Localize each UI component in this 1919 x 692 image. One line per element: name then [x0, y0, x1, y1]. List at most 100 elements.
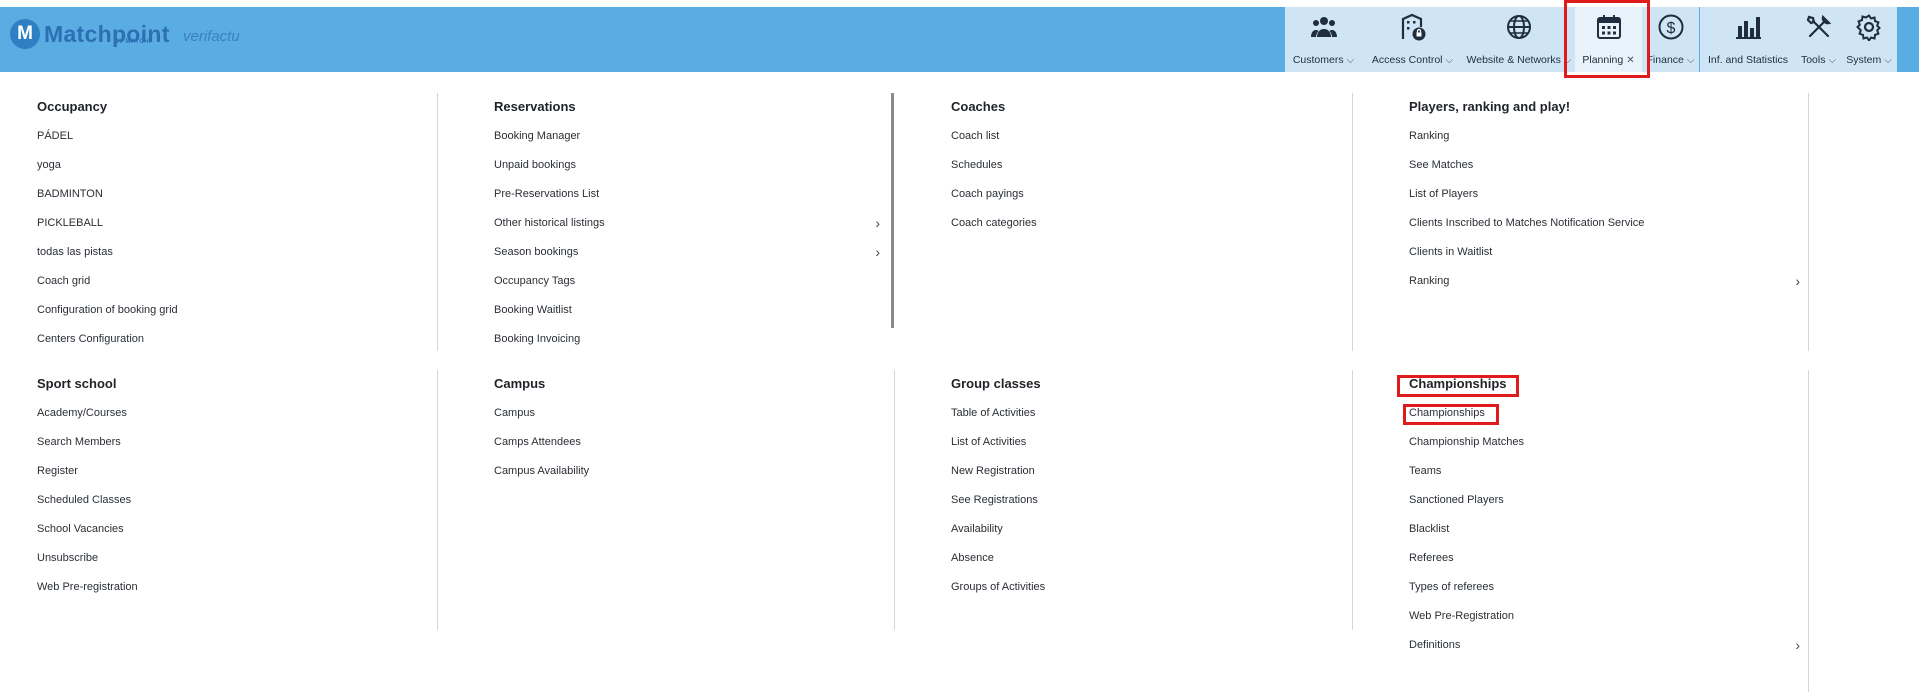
toolbar-website-networks[interactable]: Website & Networks ⌵	[1463, 7, 1575, 72]
menu-item[interactable]: Other historical listings ›	[494, 209, 880, 238]
toolbar-tools[interactable]: Tools ⌵	[1796, 7, 1841, 72]
menu-item[interactable]: Campus	[494, 399, 880, 428]
menu-item-label: Booking Manager	[494, 130, 581, 142]
menu-item[interactable]: Booking Manager	[494, 122, 880, 151]
menu-item[interactable]: BADMINTON	[37, 180, 417, 209]
menu-item[interactable]: Centers Configuration	[37, 325, 417, 354]
menu-item[interactable]: Occupancy Tags	[494, 267, 880, 296]
menu-item[interactable]: Web Pre-registration	[37, 573, 417, 602]
menu-item[interactable]: Booking Invoicing	[494, 325, 880, 354]
section-coaches: Coaches Coach list Schedules Coach payings C…	[951, 98, 1330, 238]
close-icon[interactable]: ✕	[1626, 55, 1634, 66]
menu-item[interactable]: Scheduled Classes	[37, 486, 417, 515]
menu-item[interactable]: Groups of Activities	[951, 573, 1330, 602]
chevron-down-icon: ⌵	[1884, 54, 1892, 66]
partner-logo: verifactu	[183, 28, 240, 45]
menu-item[interactable]: Coach list	[951, 122, 1330, 151]
toolbar-label-text: Planning	[1582, 54, 1624, 66]
menu-item[interactable]: Championship Matches	[1409, 428, 1800, 457]
menu-item[interactable]: List of Activities	[951, 428, 1330, 457]
menu-item-label: Search Members	[37, 436, 121, 448]
menu-item[interactable]: PICKLEBALL	[37, 209, 417, 238]
menu-item-label: Web Pre-Registration	[1409, 610, 1514, 622]
menu-item[interactable]: Coach categories	[951, 209, 1330, 238]
toolbar-label: Planning ✕	[1582, 54, 1634, 66]
menu-item[interactable]: yoga	[37, 151, 417, 180]
menu-item[interactable]: Clients Inscribed to Matches Notificatio…	[1409, 209, 1800, 238]
column-divider	[1808, 93, 1809, 351]
menu-item[interactable]: Configuration of booking grid	[37, 296, 417, 325]
toolbar-access-control[interactable]: Access Control ⌵	[1362, 7, 1463, 72]
menu-item[interactable]: Teams	[1409, 457, 1800, 486]
menu-item[interactable]: Pre-Reservations List	[494, 180, 880, 209]
menu-item[interactable]: Web Pre-Registration	[1409, 602, 1800, 631]
menu-item[interactable]: Search Members	[37, 428, 417, 457]
menu-item-label: Occupancy Tags	[494, 275, 576, 287]
toolbar-label-text: Finance	[1646, 54, 1684, 66]
main-toolbar: Customers ⌵ Access Control ⌵ Website & Netwo…	[1285, 7, 1897, 72]
menu-item-label: Definitions	[1409, 639, 1461, 651]
menu-item[interactable]: Academy/Courses	[37, 399, 417, 428]
section-players-ranking-and-play: Players, ranking and play! Ranking See Mat…	[1409, 98, 1800, 296]
menu-item[interactable]: Championships	[1409, 399, 1800, 428]
menu-item[interactable]: School Vacancies	[37, 515, 417, 544]
column-divider	[1808, 370, 1809, 692]
menu-item[interactable]: Unsubscribe	[37, 544, 417, 573]
menu-item[interactable]: Absence	[951, 544, 1330, 573]
menu-item-label: Groups of Activities	[951, 581, 1046, 593]
toolbar-system[interactable]: System ⌵	[1841, 7, 1897, 72]
menu-item[interactable]: Campus Availability	[494, 457, 880, 486]
menu-item[interactable]: Register	[37, 457, 417, 486]
scroll-indicator[interactable]	[891, 93, 894, 328]
menu-item[interactable]: See Registrations	[951, 486, 1330, 515]
menu-item-label: Schedules	[951, 159, 1003, 171]
chevron-down-icon: ⌵	[1445, 54, 1454, 66]
menu-item[interactable]: Season bookings ›	[494, 238, 880, 267]
section-occupancy: Occupancy PÁDEL yoga BADMINTON PICKLEBALL tod…	[37, 98, 417, 354]
menu-item-label: Scheduled Classes	[37, 494, 132, 506]
menu-item-label: Clients Inscribed to Matches Notificatio…	[1409, 217, 1645, 229]
menu-item-label: Academy/Courses	[37, 407, 127, 419]
section-title: Group classes	[951, 376, 1041, 391]
menu-item[interactable]: Table of Activities	[951, 399, 1330, 428]
section-title: Reservations	[494, 99, 576, 114]
menu-item[interactable]: Clients in Waitlist	[1409, 238, 1800, 267]
chevron-right-icon: ›	[875, 244, 880, 260]
menu-item[interactable]: Unpaid bookings	[494, 151, 880, 180]
toolbar-inf-and-statistics[interactable]: Inf. and Statistics	[1700, 7, 1796, 72]
toolbar-finance[interactable]: $ Finance ⌵	[1642, 7, 1699, 72]
menu-item[interactable]: Referees	[1409, 544, 1800, 573]
menu-item-label: School Vacancies	[37, 523, 124, 535]
menu-item[interactable]: Schedules	[951, 151, 1330, 180]
menu-item[interactable]: Sanctioned Players	[1409, 486, 1800, 515]
menu-item[interactable]: Definitions ›	[1409, 631, 1800, 660]
menu-item[interactable]: Coach payings	[951, 180, 1330, 209]
toolbar-label-text: System	[1846, 54, 1882, 66]
menu-item-label: Campus	[494, 407, 535, 419]
toolbar-customers[interactable]: Customers ⌵	[1285, 7, 1362, 72]
menu-item[interactable]: Booking Waitlist	[494, 296, 880, 325]
menu-item[interactable]: See Matches	[1409, 151, 1800, 180]
menu-item-label: Availability	[951, 523, 1003, 535]
menu-item-label: Unsubscribe	[37, 552, 99, 564]
toolbar-label: Access Control ⌵	[1372, 54, 1453, 66]
globe-icon	[1505, 13, 1533, 46]
menu-item-label: yoga	[37, 159, 61, 171]
menu-item[interactable]: Blacklist	[1409, 515, 1800, 544]
menu-item-label: New Registration	[951, 465, 1035, 477]
menu-item[interactable]: Camps Attendees	[494, 428, 880, 457]
menu-item[interactable]: List of Players	[1409, 180, 1800, 209]
menu-item[interactable]: New Registration	[951, 457, 1330, 486]
menu-item[interactable]: todas las pistas	[37, 238, 417, 267]
menu-item[interactable]: Types of referees	[1409, 573, 1800, 602]
menu-item[interactable]: Availability	[951, 515, 1330, 544]
section-items: Ranking See Matches List of Players Clients…	[1409, 122, 1800, 296]
toolbar-planning[interactable]: Planning ✕	[1575, 7, 1642, 72]
menu-item[interactable]: PÁDEL	[37, 122, 417, 151]
menu-item[interactable]: Ranking	[1409, 122, 1800, 151]
menu-item-label: Referees	[1409, 552, 1454, 564]
menu-item-label: Coach grid	[37, 275, 91, 287]
menu-item[interactable]: Coach grid	[37, 267, 417, 296]
menu-item[interactable]: Ranking ›	[1409, 267, 1800, 296]
toolbar-label: Website & Networks ⌵	[1467, 54, 1572, 66]
